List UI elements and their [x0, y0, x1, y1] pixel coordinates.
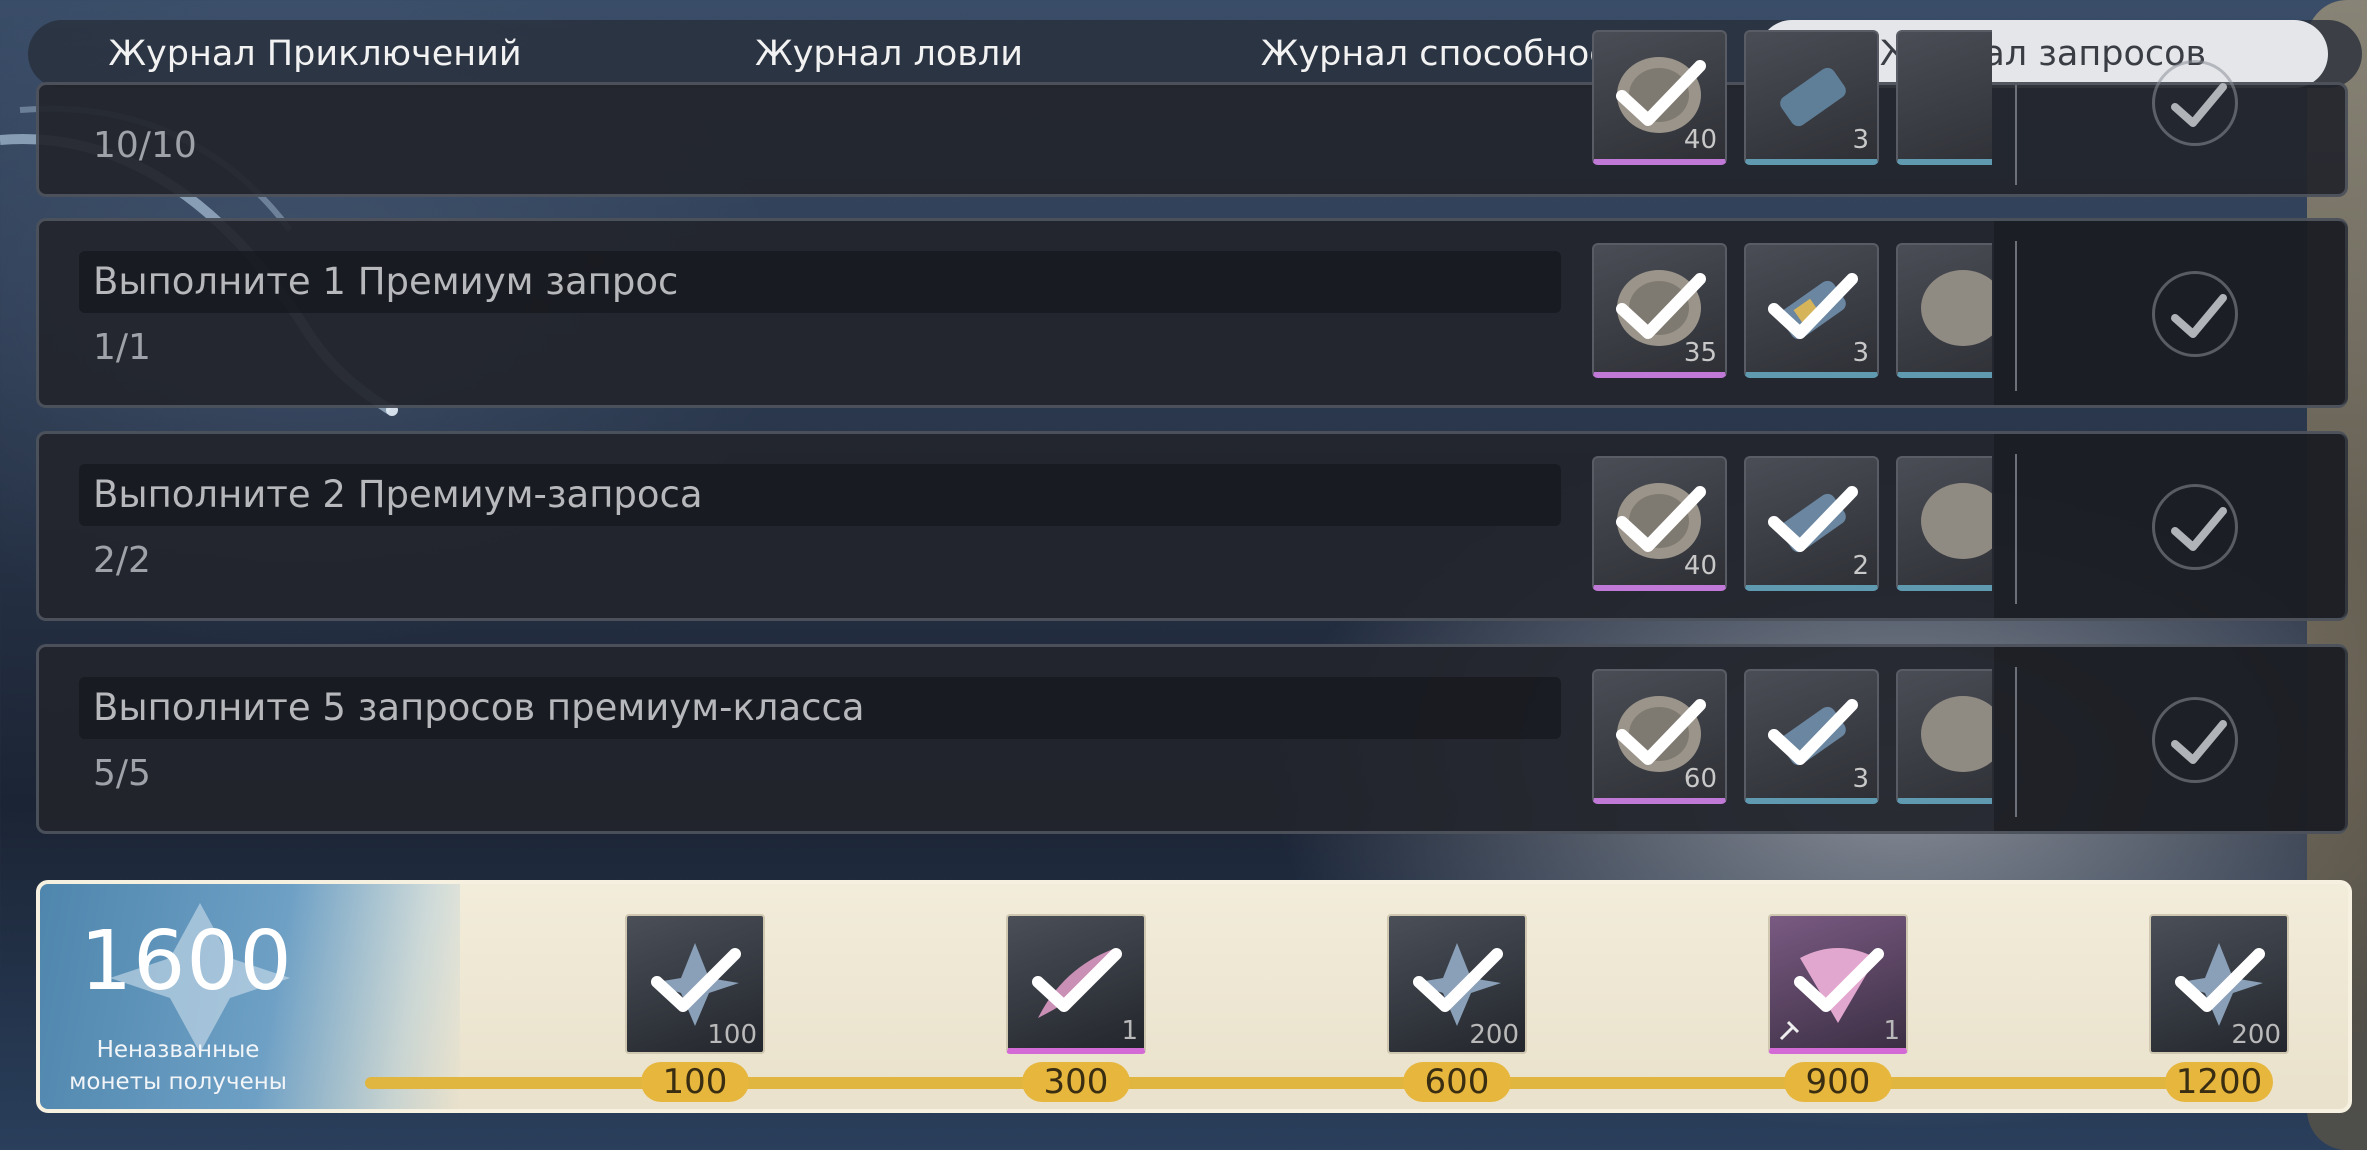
coin-milestone-panel: 1600 Неназванные монеты получены 100 100…	[36, 880, 2352, 1113]
claimed-check-icon	[2171, 720, 2227, 764]
coin-summary: 1600 Неназванные монеты получены	[40, 884, 460, 1109]
tab-fishing-journal[interactable]: Журнал ловли	[602, 20, 1176, 88]
claimed-check-icon	[1768, 486, 1858, 552]
claimed-check-icon	[1768, 273, 1858, 339]
milestone-item-slot[interactable]: 1	[1768, 914, 1908, 1054]
quest-row: Выполните 5 запросов премиум-класса 5/5 …	[36, 644, 2348, 834]
reward-slot[interactable]	[1896, 30, 1992, 165]
reward-slot[interactable]: 40	[1592, 456, 1727, 591]
quest-row: Выполните 2 Премиум-запроса 2/2 40 2 2	[36, 431, 2348, 621]
coin-caption: Неназванные монеты получены	[69, 1037, 287, 1095]
claimed-check-icon	[2175, 948, 2265, 1012]
milestone-reward[interactable]: 1 300	[1001, 884, 1151, 1109]
reward-slot[interactable]: 35	[1592, 243, 1727, 378]
claimed-status-button[interactable]	[2152, 60, 2238, 146]
claimed-check-icon	[2171, 507, 2227, 551]
milestone-item-slot[interactable]: 1	[1006, 914, 1146, 1054]
coin-icon	[1921, 696, 1992, 772]
claimed-check-icon	[1616, 60, 1706, 126]
milestone-item-quantity: 100	[707, 1020, 757, 1050]
reward-quantity: 3	[1852, 338, 1869, 368]
reward-slot[interactable]: 2	[1896, 669, 1992, 804]
milestone-item-quantity: 1	[1121, 1016, 1138, 1046]
milestone-threshold: 300	[1022, 1062, 1130, 1102]
claimed-check-icon	[1032, 948, 1122, 1012]
quest-title: Выполните 1 Премиум запрос	[79, 251, 1561, 313]
reward-slot[interactable]: 60	[1592, 669, 1727, 804]
quest-title: Выполните 2 Премиум-запроса	[79, 464, 1561, 526]
quest-title: Выполните 5 запросов премиум-класса	[79, 677, 1561, 739]
milestone-reward[interactable]: 100 100	[620, 884, 770, 1109]
reward-quantity: 35	[1683, 338, 1717, 368]
milestone-threshold: 1200	[2165, 1062, 2273, 1102]
row-divider	[2015, 241, 2017, 391]
claimed-check-icon	[2171, 83, 2227, 127]
milestone-threshold: 100	[641, 1062, 749, 1102]
milestone-item-slot[interactable]: 200	[1387, 914, 1527, 1054]
quest-rewards: 40 2 2	[1592, 456, 1992, 596]
row-divider	[2015, 85, 2017, 185]
reward-quantity: 3	[1852, 764, 1869, 794]
tool-icon	[1779, 1020, 1800, 1041]
reward-slot[interactable]: 2	[1896, 243, 1992, 378]
reward-slot[interactable]: 40	[1592, 30, 1727, 165]
reward-slot[interactable]: 2	[1896, 456, 1992, 591]
quest-row: 10/10 40 3	[36, 30, 2348, 197]
milestone-item-quantity: 200	[2231, 1020, 2281, 1050]
claimed-check-icon	[1794, 948, 1884, 1012]
ticket-icon	[1780, 67, 1846, 127]
claimed-check-icon	[1616, 486, 1706, 552]
reward-quantity: 40	[1683, 551, 1717, 581]
quest-progress: 1/1	[93, 327, 151, 368]
claimed-check-icon	[1413, 948, 1503, 1012]
milestone-item-slot[interactable]: 100	[625, 914, 765, 1054]
journal-tab-bar: Журнал Приключений Журнал ловли Журнал с…	[28, 20, 2362, 88]
reward-quantity: 2	[1852, 551, 1869, 581]
claimed-status-button[interactable]	[2152, 271, 2238, 357]
quest-rewards: 35 3 2	[1592, 243, 1992, 383]
quest-row: Выполните 1 Премиум запрос 1/1 35 3 2	[36, 218, 2348, 408]
reward-slot[interactable]: 3	[1744, 669, 1879, 804]
reward-quantity: 3	[1852, 125, 1869, 155]
quest-progress: 5/5	[93, 753, 151, 794]
milestone-reward[interactable]: 200 600	[1382, 884, 1532, 1109]
reward-slot[interactable]: 3	[1744, 243, 1879, 378]
claimed-status-button[interactable]	[2152, 484, 2238, 570]
reward-slot[interactable]: 3	[1744, 30, 1879, 165]
claimed-check-icon	[1616, 699, 1706, 765]
milestone-reward[interactable]: 200 1200	[2144, 884, 2294, 1109]
claimed-check-icon	[1768, 699, 1858, 765]
claimed-check-icon	[1616, 273, 1706, 339]
tab-adventure-journal[interactable]: Журнал Приключений	[28, 20, 602, 88]
milestone-item-quantity: 1	[1883, 1016, 1900, 1046]
coin-icon	[1921, 270, 1992, 346]
quest-rewards: 60 3 2	[1592, 669, 1992, 809]
milestone-item-slot[interactable]: 200	[2149, 914, 2289, 1054]
row-divider	[2015, 454, 2017, 604]
milestone-item-quantity: 200	[1469, 1020, 1519, 1050]
quest-rewards: 40 3	[1592, 30, 1992, 170]
row-divider	[2015, 667, 2017, 817]
quest-progress: 10/10	[93, 125, 197, 166]
milestone-threshold: 900	[1784, 1062, 1892, 1102]
milestone-threshold: 600	[1403, 1062, 1511, 1102]
claimed-check-icon	[2171, 294, 2227, 338]
milestone-reward[interactable]: 1 900	[1763, 884, 1913, 1109]
claimed-status-button[interactable]	[2152, 697, 2238, 783]
reward-quantity: 40	[1683, 125, 1717, 155]
reward-quantity: 60	[1683, 764, 1717, 794]
quest-progress: 2/2	[93, 540, 151, 581]
reward-slot[interactable]: 2	[1744, 456, 1879, 591]
claimed-check-icon	[651, 948, 741, 1012]
coin-icon	[1921, 483, 1992, 559]
coin-total: 1600	[80, 914, 293, 1009]
